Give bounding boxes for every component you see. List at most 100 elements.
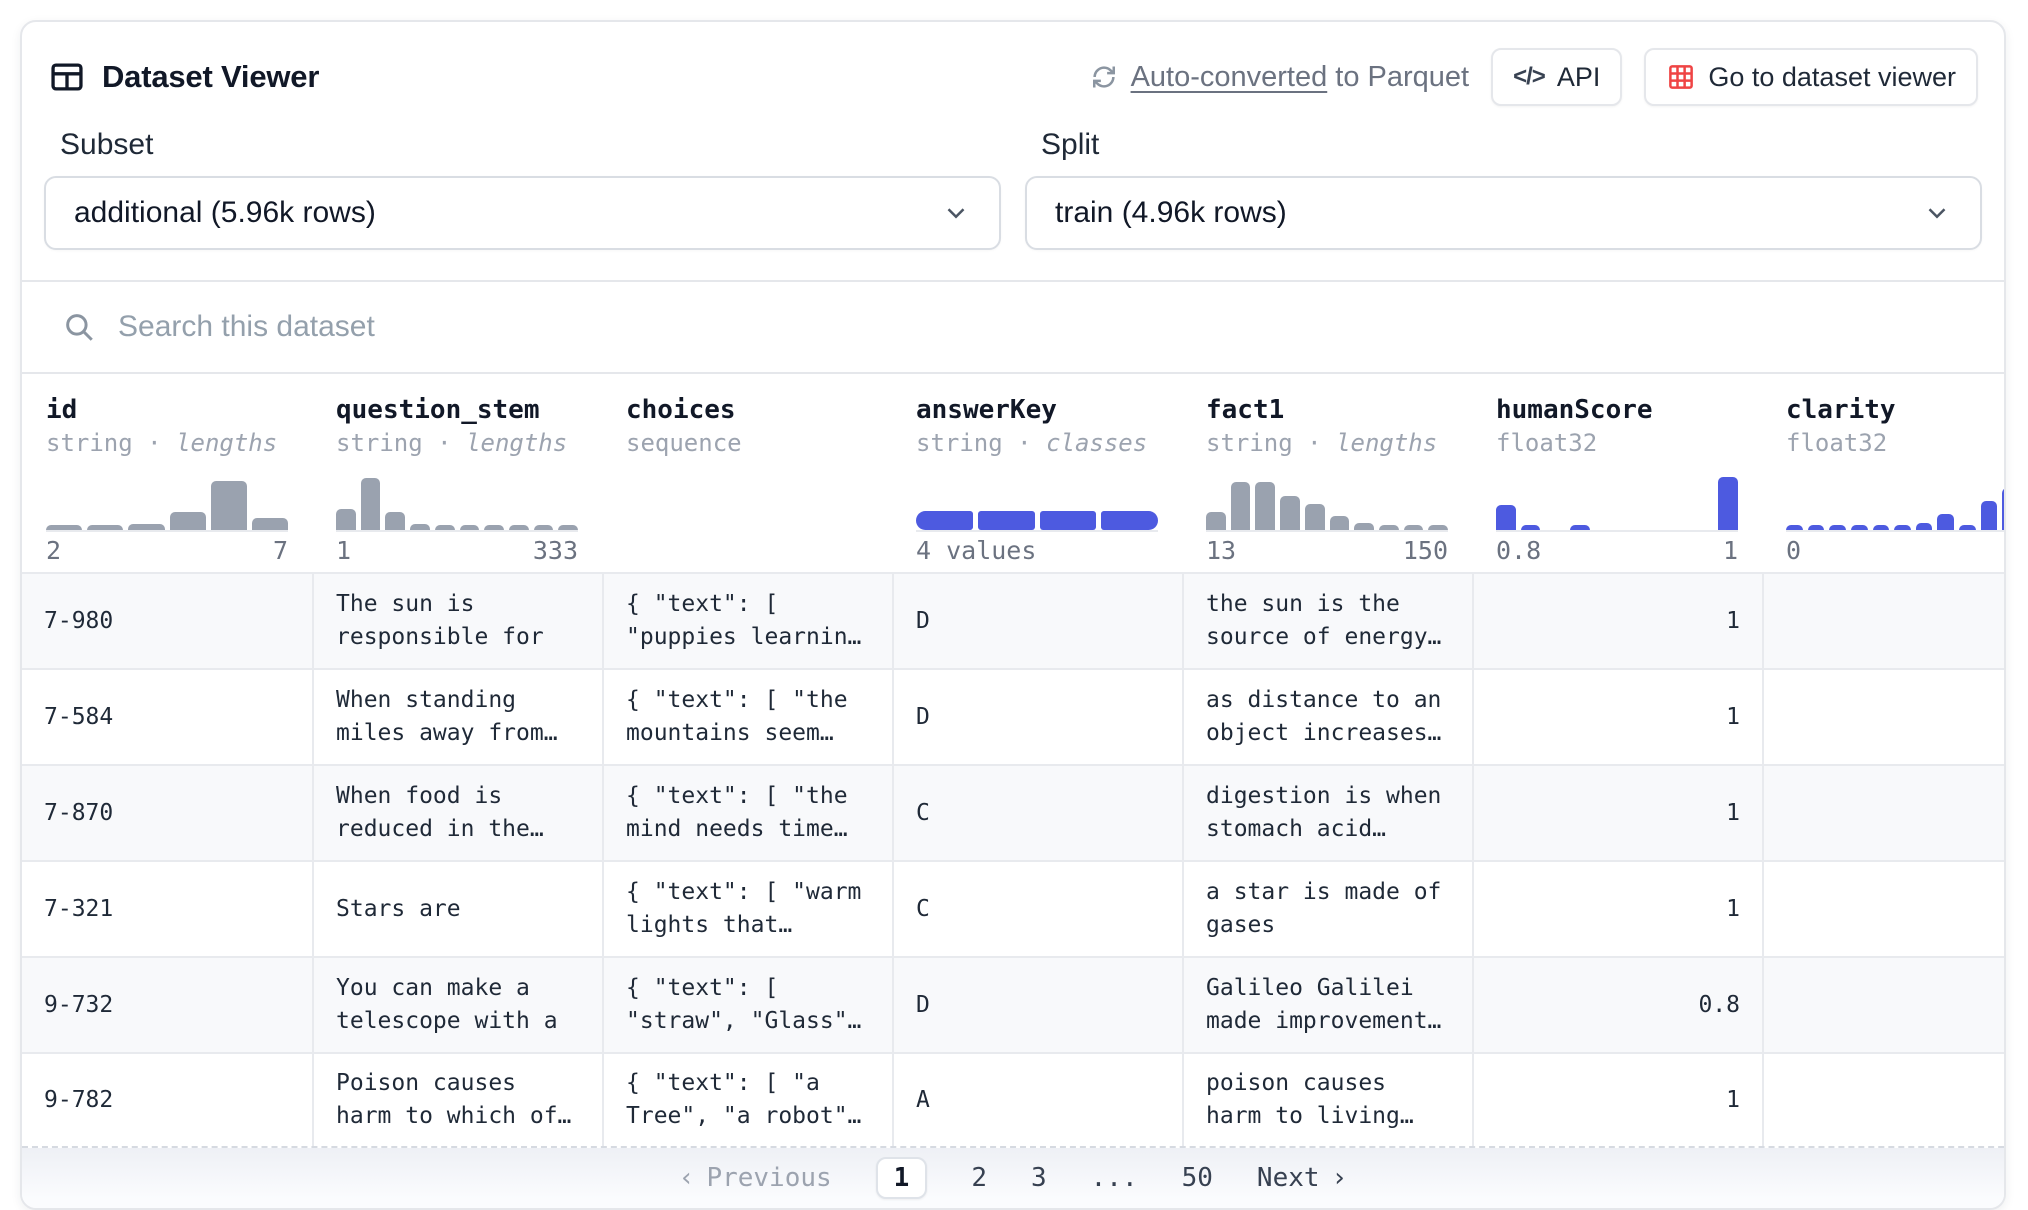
page-button-1[interactable]: 1 — [876, 1157, 928, 1199]
cell-answerKey[interactable]: C — [892, 766, 1182, 860]
cell-clarity[interactable] — [1762, 574, 2004, 668]
cell-question_stem[interactable]: When standing miles away from… — [312, 670, 602, 764]
cell-question_stem[interactable]: Stars are — [312, 862, 602, 956]
histogram-bar — [211, 481, 247, 530]
cell-fact1[interactable]: digestion is when stomach acid… — [1182, 766, 1472, 860]
column-dtype: float32 — [1786, 429, 1887, 457]
column-histogram[interactable] — [1786, 474, 2004, 532]
cell-humanScore[interactable]: 1 — [1472, 1054, 1762, 1146]
api-button[interactable]: </> API — [1491, 48, 1622, 106]
histogram-bar — [1786, 525, 1803, 530]
search-input[interactable] — [118, 310, 1964, 344]
cell-clarity[interactable]: 1. — [1762, 766, 2004, 860]
refresh-icon — [1089, 62, 1119, 92]
cell-id[interactable]: 7-980 — [22, 574, 312, 668]
cell-question_stem[interactable]: Poison causes harm to which of… — [312, 1054, 602, 1146]
cell-answerKey[interactable]: C — [892, 862, 1182, 956]
cell-id[interactable]: 9-782 — [22, 1054, 312, 1146]
histogram-bar — [1981, 501, 1998, 530]
column-type: string · lengths — [46, 428, 288, 458]
cell-fact1[interactable]: as distance to an object increases… — [1182, 670, 1472, 764]
cell-humanScore[interactable]: 0.8 — [1472, 958, 1762, 1052]
cell-answerKey[interactable]: A — [892, 1054, 1182, 1146]
cell-id[interactable]: 7-321 — [22, 862, 312, 956]
histogram-bar — [1404, 525, 1424, 530]
cell-question_stem[interactable]: The sun is responsible for — [312, 574, 602, 668]
cell-clarity[interactable] — [1762, 958, 2004, 1052]
page-ellipsis: ... — [1091, 1163, 1138, 1193]
go-to-dataset-viewer-button[interactable]: Go to dataset viewer — [1644, 48, 1978, 106]
column-histogram[interactable] — [46, 474, 288, 532]
column-histogram[interactable] — [916, 474, 1158, 532]
cell-choices[interactable]: { "text": [ "the mountains seem… — [602, 670, 892, 764]
column-name: choices — [626, 394, 868, 426]
cell-fact1[interactable]: the sun is the source of energy… — [1182, 574, 1472, 668]
column-histogram[interactable] — [336, 474, 578, 532]
cell-choices[interactable]: { "text": [ "a Tree", "a robot"… — [602, 1054, 892, 1146]
histogram-max-label: 1 — [1723, 536, 1738, 566]
cell-id[interactable]: 7-870 — [22, 766, 312, 860]
column-dtype: string — [1206, 429, 1293, 457]
cell-fact1[interactable]: poison causes harm to living… — [1182, 1054, 1472, 1146]
cell-question_stem[interactable]: You can make a telescope with a — [312, 958, 602, 1052]
cell-humanScore[interactable]: 1 — [1472, 574, 1762, 668]
histogram-bar — [1959, 525, 1976, 530]
page-title: Dataset Viewer — [102, 59, 319, 95]
subset-select[interactable]: additional (5.96k rows) — [44, 176, 1001, 250]
histogram-bar — [87, 525, 123, 530]
auto-converted-link[interactable]: Auto-converted to Parquet — [1089, 61, 1470, 94]
cell-choices[interactable]: { "text": [ "puppies learnin… — [602, 574, 892, 668]
histogram-min-label: 4 values — [916, 536, 1036, 566]
cell-answerKey[interactable]: D — [892, 574, 1182, 668]
column-histogram[interactable] — [626, 474, 868, 532]
chevron-left-icon: ‹ — [679, 1163, 695, 1193]
cell-question_stem[interactable]: When food is reduced in the… — [312, 766, 602, 860]
cell-id[interactable]: 7-584 — [22, 670, 312, 764]
table-row: 7-980The sun is responsible for{ "text":… — [22, 572, 2004, 668]
cell-clarity[interactable]: 1. — [1762, 862, 2004, 956]
cell-choices[interactable]: { "text": [ "the mind needs time… — [602, 766, 892, 860]
page-button-2[interactable]: 2 — [971, 1163, 987, 1193]
page-button-50[interactable]: 50 — [1182, 1163, 1213, 1193]
cell-fact1[interactable]: a star is made of gases — [1182, 862, 1472, 956]
histogram-bar — [509, 525, 529, 530]
histogram-bar — [1937, 514, 1954, 530]
cell-answerKey[interactable]: D — [892, 670, 1182, 764]
column-subtype: lengths — [1336, 429, 1437, 457]
cell-clarity[interactable]: 1. — [1762, 1054, 2004, 1146]
table-row: 7-321Stars are{ "text": [ "warm lights t… — [22, 860, 2004, 956]
histogram-range-labels: 0.81 — [1496, 536, 1738, 572]
auto-converted-label: Auto-converted — [1131, 61, 1328, 93]
histogram-range-labels: 13150 — [1206, 536, 1448, 572]
pagination-bar: ‹ Previous 1 2 3 ... 50 Next › — [22, 1148, 2004, 1208]
column-dtype: float32 — [1496, 429, 1597, 457]
split-select[interactable]: train (4.96k rows) — [1025, 176, 1982, 250]
cell-clarity[interactable]: 1. — [1762, 670, 2004, 764]
histogram-min-label: 1 — [336, 536, 351, 566]
column-name: id — [46, 394, 288, 426]
histogram-max-label: 150 — [1403, 536, 1448, 566]
cell-choices[interactable]: { "text": [ "straw", "Glass"… — [602, 958, 892, 1052]
cell-humanScore[interactable]: 1 — [1472, 766, 1762, 860]
cell-id[interactable]: 9-732 — [22, 958, 312, 1052]
column-histogram[interactable] — [1496, 474, 1738, 532]
previous-page-button[interactable]: ‹ Previous — [679, 1163, 832, 1193]
cell-fact1[interactable]: Galileo Galilei made improvement… — [1182, 958, 1472, 1052]
cell-answerKey[interactable]: D — [892, 958, 1182, 1052]
histogram-min-label: 2 — [46, 536, 61, 566]
next-page-button[interactable]: Next › — [1257, 1163, 1347, 1193]
class-segment — [1040, 511, 1097, 530]
column-type: sequence — [626, 428, 868, 458]
histogram-bar — [361, 478, 381, 530]
histogram-bar — [385, 512, 405, 530]
cell-humanScore[interactable]: 1 — [1472, 862, 1762, 956]
column-histogram[interactable] — [1206, 474, 1448, 532]
histogram-bar — [410, 524, 430, 530]
subset-split-controls: Subset additional (5.96k rows) Split tra… — [22, 114, 2004, 280]
column-type: float32 — [1786, 428, 2004, 458]
subset-label: Subset — [60, 128, 1001, 162]
cell-humanScore[interactable]: 1 — [1472, 670, 1762, 764]
page-button-3[interactable]: 3 — [1031, 1163, 1047, 1193]
next-label: Next — [1257, 1163, 1320, 1193]
cell-choices[interactable]: { "text": [ "warm lights that… — [602, 862, 892, 956]
